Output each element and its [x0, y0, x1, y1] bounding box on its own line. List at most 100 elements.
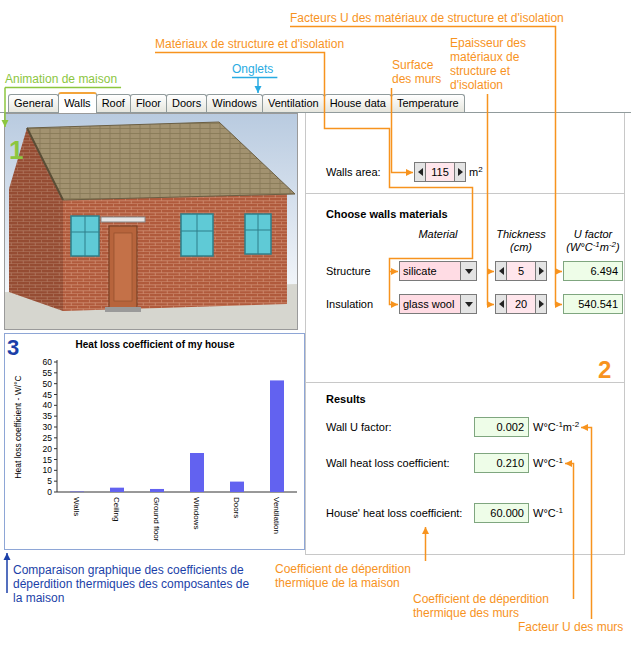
left-column: Heat loss coefficient of my house0510152… [0, 113, 305, 555]
arrow-line [155, 53, 473, 305]
result-row: Wall heat loss coefficient:0.210 W°C-1 [306, 453, 624, 473]
tab[interactable]: General [8, 94, 59, 112]
decrease-button[interactable] [414, 162, 426, 182]
arrow-line [392, 88, 414, 173]
y-axis-label: Heat loss coefficient - W/°C [13, 375, 23, 478]
y-tick-label: 0 [47, 487, 52, 497]
increase-button[interactable] [535, 261, 547, 281]
result-field: 0.002 [474, 417, 529, 437]
arrow-line [425, 527, 427, 561]
material-row-label: Structure [326, 265, 384, 277]
unit-part: -1 [556, 456, 563, 465]
materials-title: Choose walls materials [306, 206, 624, 222]
tab[interactable]: Ventilation [262, 94, 325, 112]
tab-label: General [14, 97, 53, 109]
unit-part: -1 [556, 506, 563, 515]
tab-label: Doors [172, 97, 201, 109]
increase-button[interactable] [535, 294, 547, 314]
unit-part: -1 [556, 420, 563, 429]
unit-part: ) [616, 241, 620, 253]
left-arrow-icon [499, 300, 504, 308]
dropdown-arrow-icon [465, 302, 473, 307]
decrease-button[interactable] [495, 294, 507, 314]
dropdown-button[interactable] [460, 295, 476, 313]
unit-part: W°C [533, 421, 556, 433]
bar-chart: Heat loss coefficient of my house0510152… [5, 334, 304, 549]
y-tick-label: 20 [43, 444, 53, 454]
thickness-spinner[interactable]: 5 [495, 261, 547, 281]
left-arrow-icon [418, 168, 423, 176]
arrow-head-icon [4, 553, 11, 560]
tab-label: Ventilation [268, 97, 319, 109]
dropdown-value: silicate [400, 262, 460, 280]
arrow-line [257, 78, 259, 94]
arrow-line [4, 88, 6, 128]
y-tick-label: 40 [43, 400, 53, 410]
tab[interactable]: Windows [206, 94, 263, 112]
walls-area-spinner[interactable]: 115 [414, 162, 466, 182]
arrow-head-icon [255, 86, 262, 93]
decrease-button[interactable] [495, 261, 507, 281]
arrow-line [581, 428, 592, 620]
y-tick-label: 30 [43, 422, 53, 432]
dropdown-button[interactable] [460, 262, 476, 280]
tab-label: Temperature [397, 97, 459, 109]
unit-part: W°C [533, 457, 556, 469]
spinner-value[interactable]: 20 [507, 294, 535, 314]
arrow-head-icon [391, 268, 398, 275]
thickness-spinner[interactable]: 20 [495, 294, 547, 314]
y-tick-label: 60 [43, 357, 53, 367]
arrow-head-icon [406, 169, 413, 176]
thickness-header: Thickness(cm) [495, 228, 547, 254]
tab[interactable]: Floor [130, 94, 167, 112]
spinner-value[interactable]: 115 [426, 162, 454, 182]
result-row: Wall U factor:0.002W°C-1m-2 [306, 417, 624, 437]
spinner-value[interactable]: 5 [507, 261, 535, 281]
separator [306, 193, 624, 194]
result-row: House' heat loss coefficient:60.000W°C-1 [306, 503, 624, 523]
house-animation [4, 113, 298, 330]
spacer [326, 228, 384, 254]
tab[interactable]: Roof [96, 94, 131, 112]
material-dropdown[interactable]: silicate [399, 261, 477, 281]
walls-panel: Walls area:115m2 Choose walls materials Ma… [305, 113, 625, 555]
house-icon [5, 114, 297, 329]
arrow-head-icon [555, 301, 562, 308]
unit-part: -2 [609, 240, 616, 249]
walls-area-row: Walls area:115m2 [306, 162, 624, 182]
material-dropdown[interactable]: glass wool [399, 294, 477, 314]
annotation: Onglets [232, 62, 273, 76]
arrow-line [390, 271, 399, 273]
annotation: Coefficient de déperdition thermique des… [413, 592, 573, 620]
separator [306, 382, 624, 383]
result-label: House' heat loss coefficient: [326, 507, 474, 519]
heat-loss-chart: Heat loss coefficient of my house0510152… [4, 333, 305, 550]
result-label: Wall heat loss coefficient: [326, 457, 474, 469]
arrow-head-icon [2, 120, 9, 127]
unit-part: -2 [572, 420, 579, 429]
materials-header: MaterialThickness(cm)U factor(W°C-1m-2) [306, 228, 624, 254]
increase-button[interactable] [454, 162, 466, 182]
annotation: Facteur U des murs [518, 620, 623, 634]
arrow-head-icon [581, 424, 588, 431]
u-factor-field: 6.494 [563, 261, 623, 281]
annotation: Animation de maison [5, 72, 117, 86]
results-title: Results [306, 391, 624, 407]
arrow-line [488, 94, 495, 305]
tab[interactable]: Doors [166, 94, 207, 112]
left-arrow-icon [499, 267, 504, 275]
app-window: General WallsRoofFloor Doors Windows Ventila… [0, 0, 631, 652]
arrow-line [290, 27, 562, 305]
result-label: Wall U factor: [326, 421, 474, 433]
tab[interactable]: Temperature [391, 94, 465, 112]
right-arrow-icon [539, 267, 544, 275]
tab[interactable]: House data [324, 94, 392, 112]
unit-part: -1 [593, 240, 600, 249]
chart-bar [230, 482, 244, 492]
tab[interactable]: Walls [58, 92, 96, 113]
result-field: 0.210 [474, 453, 529, 473]
section-marker: 3 [7, 337, 19, 359]
dropdown-arrow-icon [465, 269, 473, 274]
right-arrow-icon [539, 300, 544, 308]
y-tick-label: 50 [43, 379, 53, 389]
